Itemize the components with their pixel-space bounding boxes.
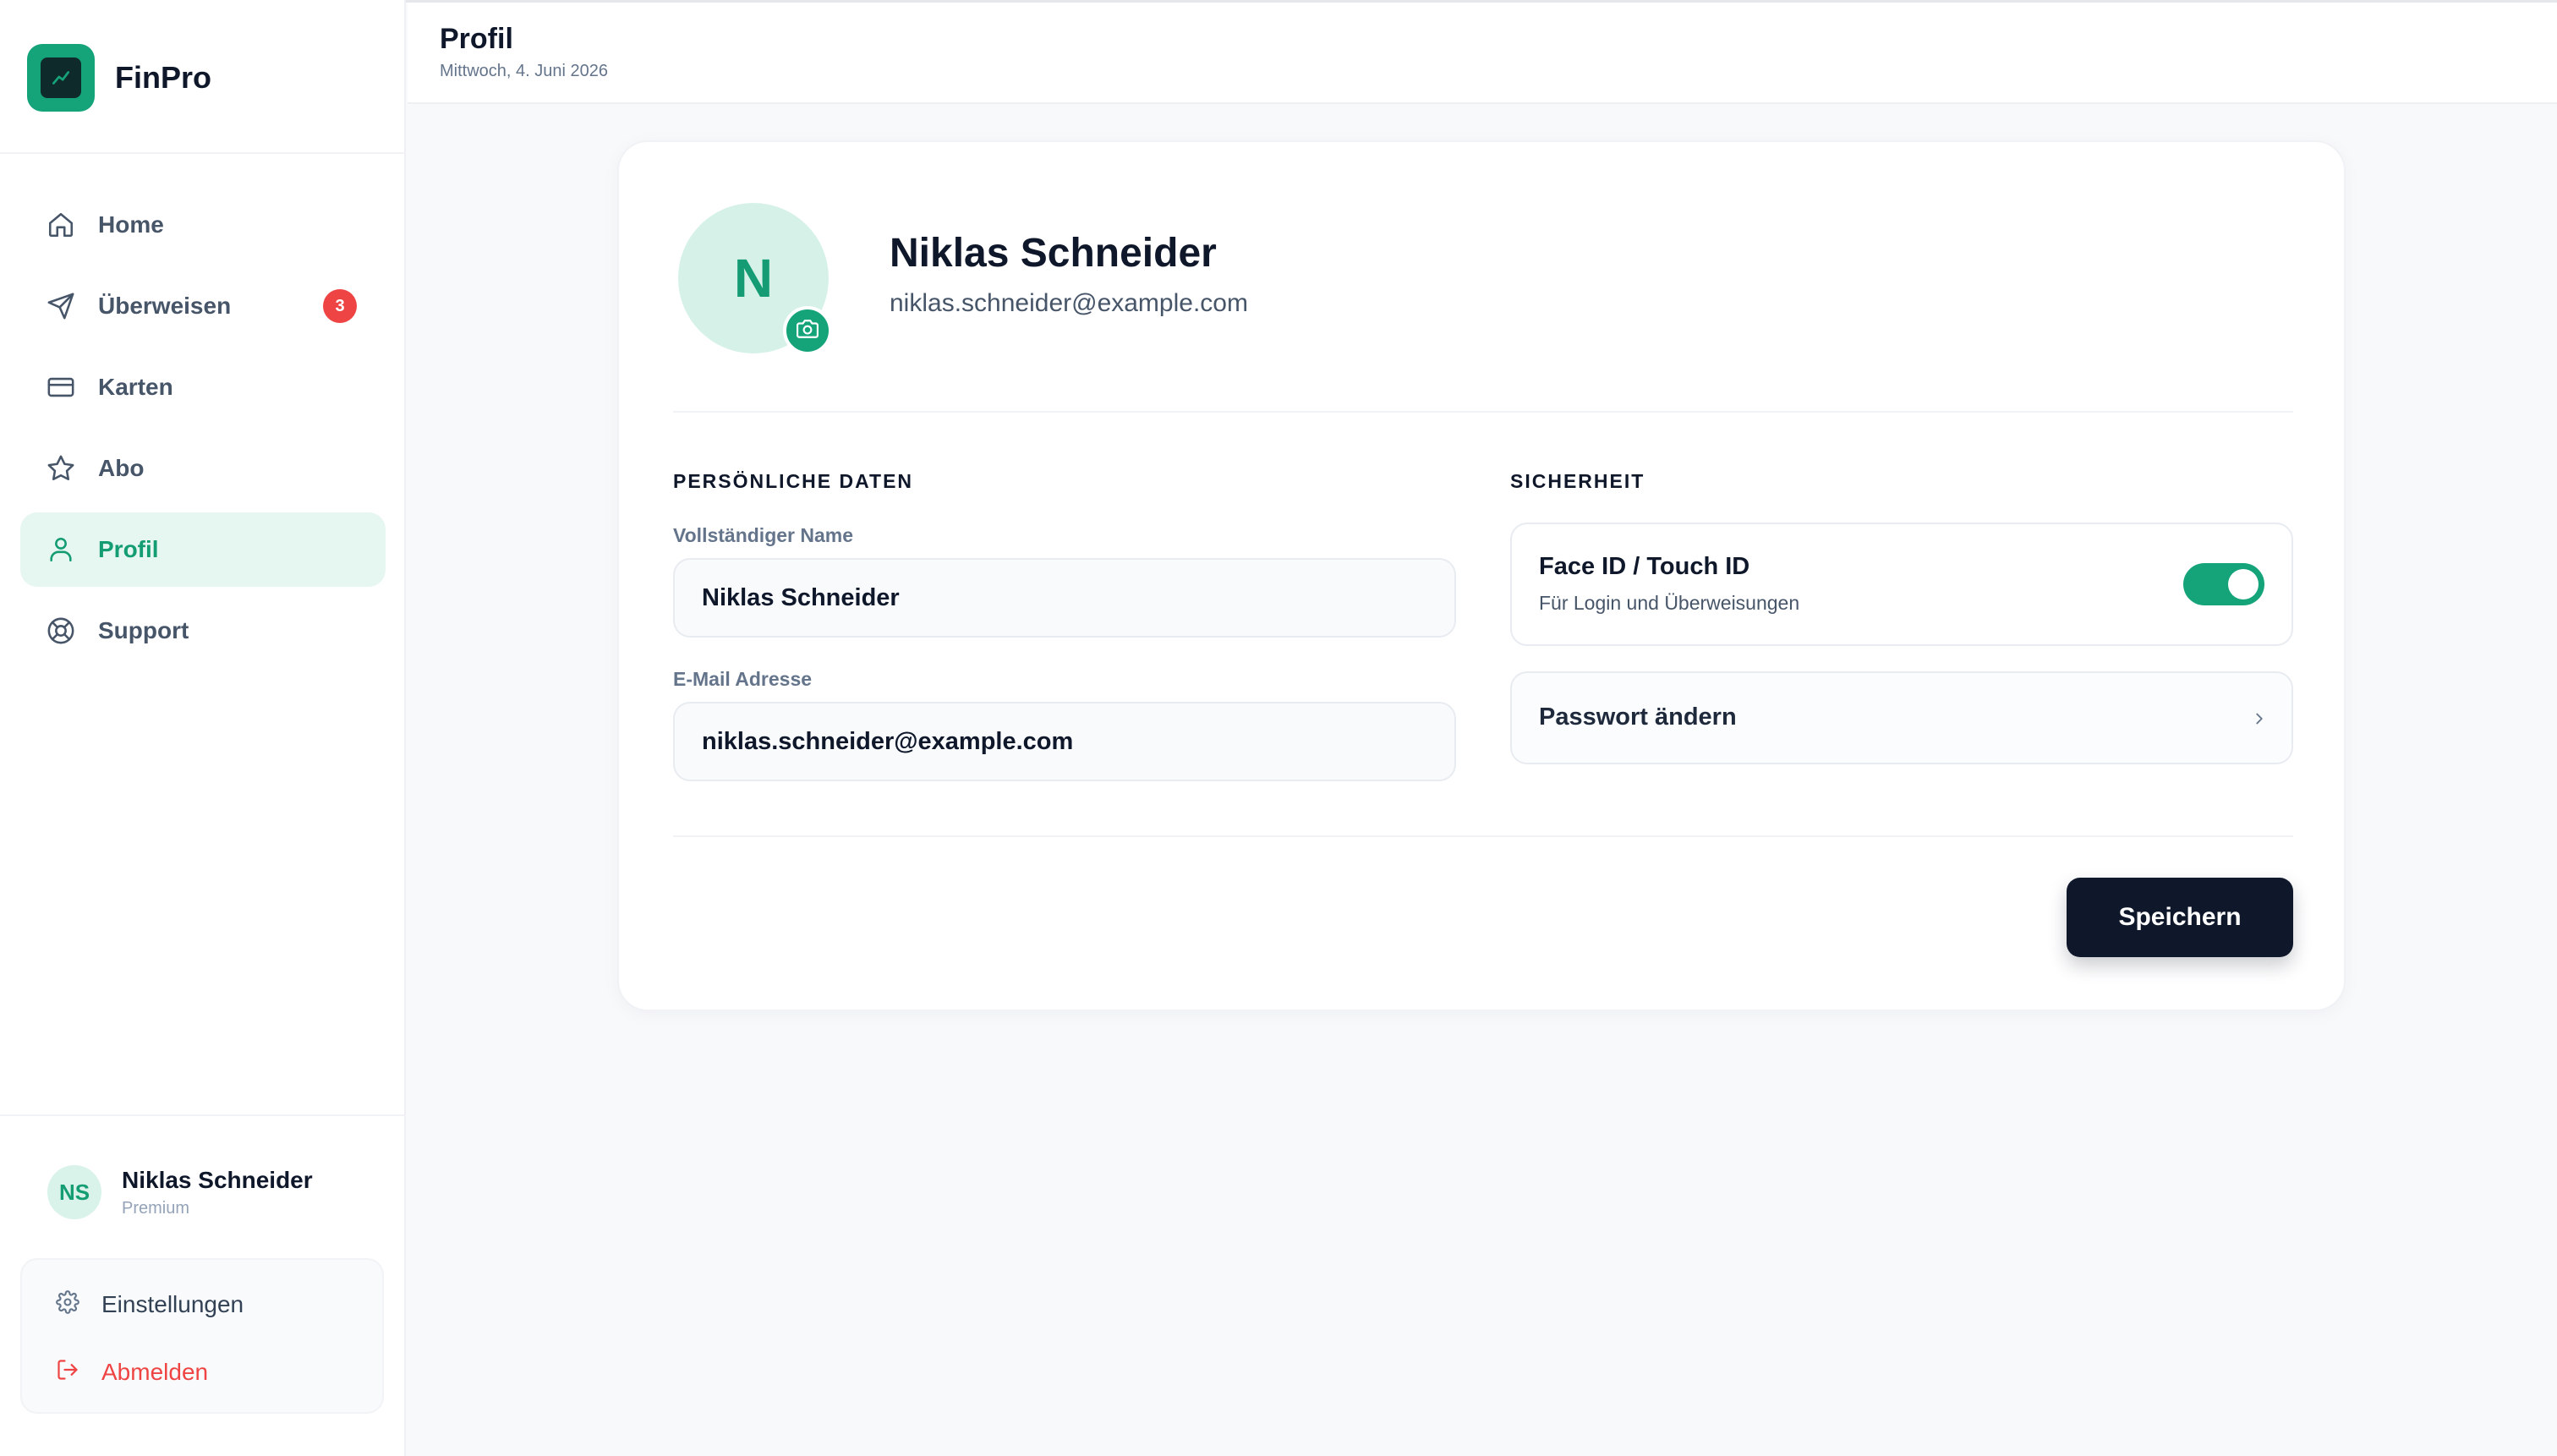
user-info: Niklas Schneider Premium — [122, 1167, 313, 1218]
full-name-input[interactable] — [673, 558, 1456, 638]
faceid-description: Für Login und Überweisungen — [1539, 592, 1800, 614]
faceid-title: Face ID / Touch ID — [1539, 553, 1750, 580]
sidebar-divider — [0, 1114, 406, 1116]
change-password-label: Passwort ändern — [1539, 703, 1737, 731]
user-icon — [46, 534, 76, 565]
faceid-toggle[interactable] — [2183, 563, 2264, 605]
sidebar-item-home[interactable]: Home — [20, 188, 386, 262]
profile-email: niklas.schneider@example.com — [890, 289, 1248, 317]
avatar: NS — [47, 1165, 101, 1219]
sidebar-item-ueberweisen[interactable]: Überweisen 3 — [20, 269, 386, 343]
settings-button[interactable]: Einstellungen — [56, 1290, 244, 1318]
sidebar-item-support[interactable]: Support — [20, 594, 386, 668]
profile-name: Niklas Schneider — [890, 231, 1217, 276]
settings-label: Einstellungen — [101, 1290, 244, 1317]
change-password-row[interactable]: Passwort ändern — [1510, 671, 2293, 764]
gear-icon — [56, 1290, 79, 1318]
page-header: Profil Mittwoch, 4. Juni 2026 — [408, 3, 2557, 104]
page-title: Profil — [440, 23, 513, 55]
profile-card: N Niklas Schneider niklas.schneider@exam… — [617, 140, 2346, 1011]
brand-logo — [27, 44, 95, 112]
section-title-security: SICHERHEIT — [1510, 470, 1645, 492]
sidebar-item-abo[interactable]: Abo — [20, 431, 386, 506]
home-icon — [46, 210, 76, 240]
brand[interactable]: FinPro — [27, 44, 211, 112]
name-field-label: Vollständiger Name — [673, 524, 854, 546]
user-card[interactable]: NS Niklas Schneider Premium — [47, 1165, 313, 1219]
brand-name: FinPro — [115, 60, 211, 95]
sidebar-item-label: Profil — [98, 536, 159, 562]
faceid-setting: Face ID / Touch ID Für Login und Überwei… — [1510, 523, 2293, 646]
sidebar-divider — [0, 152, 406, 154]
user-name: Niklas Schneider — [122, 1166, 313, 1193]
sidebar-item-label: Abo — [98, 455, 145, 481]
camera-icon — [797, 318, 819, 344]
logout-icon — [56, 1358, 79, 1386]
sidebar-actions: Einstellungen Abmelden — [20, 1258, 384, 1414]
sidebar-item-profil[interactable]: Profil — [20, 512, 386, 587]
page-date: Mittwoch, 4. Juni 2026 — [440, 62, 608, 80]
footer-divider — [673, 835, 2293, 837]
star-icon — [46, 453, 76, 484]
sidebar-item-label: Home — [98, 211, 164, 238]
section-divider — [673, 411, 2293, 413]
chevron-right-icon — [2246, 705, 2273, 732]
sidebar-item-label: Karten — [98, 374, 173, 400]
toggle-knob — [2228, 569, 2259, 599]
section-title-personal: PERSÖNLICHE DATEN — [673, 470, 914, 492]
logout-label: Abmelden — [101, 1358, 209, 1385]
sidebar-nav: Home Überweisen 3 Karten Abo Profil Supp… — [20, 188, 386, 675]
notification-badge: 3 — [323, 289, 357, 323]
sidebar: FinPro Home Überweisen 3 Karten Abo Prof… — [0, 0, 406, 1456]
lifebuoy-icon — [46, 616, 76, 646]
save-button[interactable]: Speichern — [2067, 878, 2293, 957]
email-input[interactable] — [673, 702, 1456, 781]
sidebar-item-label: Überweisen — [98, 293, 232, 319]
sidebar-item-label: Support — [98, 617, 189, 643]
logout-button[interactable]: Abmelden — [56, 1358, 208, 1386]
trend-chart-icon — [41, 57, 81, 98]
send-icon — [46, 291, 76, 321]
sidebar-item-karten[interactable]: Karten — [20, 350, 386, 424]
email-field-label: E-Mail Adresse — [673, 668, 813, 690]
credit-card-icon — [46, 372, 76, 402]
change-photo-button[interactable] — [783, 306, 832, 355]
user-plan: Premium — [122, 1198, 190, 1218]
